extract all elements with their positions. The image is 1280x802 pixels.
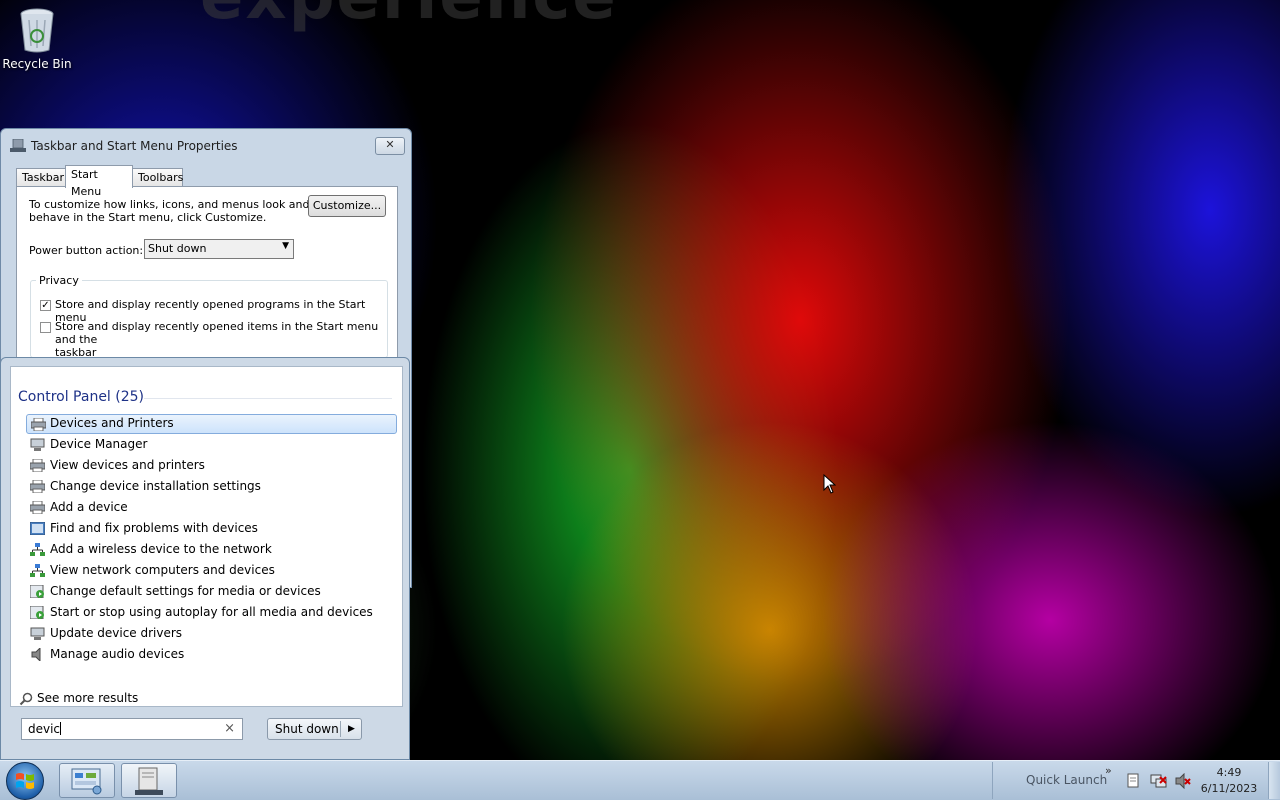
result-item[interactable]: View devices and printers — [26, 456, 397, 476]
start-button[interactable] — [6, 762, 44, 800]
tab-taskbar[interactable]: Taskbar — [16, 168, 66, 186]
result-item-label: View network computers and devices — [50, 563, 275, 577]
taskbar-button-taskbar-properties[interactable] — [121, 763, 177, 798]
clock[interactable]: 4:49 6/11/2023 — [1196, 765, 1262, 797]
shutdown-label: Shut down — [275, 722, 339, 736]
results-group-title[interactable]: Control Panel (25) — [18, 389, 144, 405]
start-menu: Control Panel (25) Devices and Printers D… — [0, 357, 410, 760]
recent-items-label: Store and display recently opened items … — [55, 320, 397, 359]
see-more-label: See more results — [37, 691, 139, 705]
tab-start-menu[interactable]: Start Menu — [65, 165, 133, 198]
recent-items-label-line: Store and display recently opened items … — [55, 320, 379, 346]
taskbar-divider — [992, 762, 993, 799]
shutdown-options-arrow-icon[interactable]: ▶ — [348, 719, 355, 739]
result-item-label: Find and fix problems with devices — [50, 521, 258, 535]
recent-programs-checkbox[interactable]: ✓ — [40, 300, 51, 311]
mouse-cursor-icon — [823, 474, 836, 494]
group-divider — [144, 398, 392, 399]
privacy-title: Privacy — [36, 274, 82, 287]
result-item[interactable]: Change device installation settings — [26, 477, 397, 497]
taskbar-properties-icon — [135, 767, 163, 795]
desktop-icon-label: Recycle Bin — [2, 57, 72, 71]
result-item-label: Start or stop using autoplay for all med… — [50, 605, 373, 619]
clear-search-icon[interactable]: × — [224, 719, 235, 739]
result-item-label: Change device installation settings — [50, 479, 261, 493]
search-input-value: devic — [28, 722, 61, 736]
desktop-watermark: experience — [200, 0, 618, 34]
search-input[interactable]: devic × — [21, 718, 243, 740]
result-item-label: Update device drivers — [50, 626, 183, 640]
recycle-bin-icon — [20, 8, 54, 53]
power-button-value: Shut down — [148, 242, 207, 255]
result-item-label: Add a device — [50, 500, 128, 514]
result-item-label: Add a wireless device to the network — [50, 542, 272, 556]
customize-description: To customize how links, icons, and menus… — [29, 198, 310, 224]
action-center-flag-icon[interactable] — [1126, 773, 1140, 789]
volume-muted-icon[interactable] — [1174, 773, 1192, 789]
result-item-label: Device Manager — [50, 437, 148, 451]
power-button-label: Power button action: — [29, 244, 144, 257]
taskbar-button-control-panel[interactable] — [59, 763, 115, 798]
close-button[interactable]: ✕ — [375, 137, 405, 155]
control-panel-icon — [71, 768, 102, 795]
shutdown-button[interactable]: Shut down ▶ — [267, 718, 362, 740]
text-caret — [60, 722, 62, 735]
quick-launch-label: Quick Launch — [1026, 773, 1108, 787]
dialog-titlebar[interactable]: Taskbar and Start Menu Properties ✕ — [1, 129, 411, 161]
description-line: behave in the Start menu, click Customiz… — [29, 211, 267, 224]
result-item-label: Change default settings for media or dev… — [50, 584, 321, 598]
clock-date: 6/11/2023 — [1200, 782, 1258, 795]
tab-toolbars[interactable]: Toolbars — [132, 168, 183, 186]
result-item[interactable]: Manage audio devices — [26, 645, 397, 665]
shutdown-divider — [340, 721, 341, 737]
quick-launch-chevron-icon[interactable]: » — [1105, 764, 1112, 777]
result-item-label: View devices and printers — [50, 458, 205, 472]
chevron-down-icon: ▼ — [282, 241, 289, 251]
search-icon — [19, 692, 33, 706]
result-item[interactable]: Find and fix problems with devices — [26, 519, 397, 539]
result-item[interactable]: Add a wireless device to the network — [26, 540, 397, 560]
result-item[interactable]: Add a device — [26, 498, 397, 518]
clock-time: 4:49 — [1216, 766, 1242, 779]
result-item[interactable]: Change default settings for media or dev… — [26, 582, 397, 602]
taskbar-properties-icon — [10, 139, 26, 152]
desktop-icon-recycle-bin[interactable]: Recycle Bin — [0, 6, 74, 71]
windows-logo-icon — [16, 773, 34, 789]
dialog-title: Taskbar and Start Menu Properties — [31, 139, 238, 153]
recent-items-checkbox[interactable] — [40, 322, 51, 333]
show-desktop-button[interactable] — [1268, 762, 1280, 799]
result-item[interactable]: Devices and Printers — [26, 414, 397, 434]
customize-button[interactable]: Customize... — [308, 195, 386, 217]
result-item-label: Manage audio devices — [50, 647, 185, 661]
power-button-dropdown[interactable]: Shut down ▼ — [144, 239, 294, 259]
taskbar: Quick Launch » 4:49 6/11/2023 — [0, 760, 1280, 800]
network-status-icon[interactable] — [1150, 773, 1168, 789]
result-item-label: Devices and Printers — [50, 416, 174, 430]
result-item[interactable]: View network computers and devices — [26, 561, 397, 581]
result-item[interactable]: Update device drivers — [26, 624, 397, 644]
result-item[interactable]: Device Manager — [26, 435, 397, 455]
search-results-pane: Control Panel (25) Devices and Printers D… — [10, 366, 403, 707]
result-item[interactable]: Start or stop using autoplay for all med… — [26, 603, 397, 623]
start-menu-tab-panel: To customize how links, icons, and menus… — [16, 186, 398, 366]
